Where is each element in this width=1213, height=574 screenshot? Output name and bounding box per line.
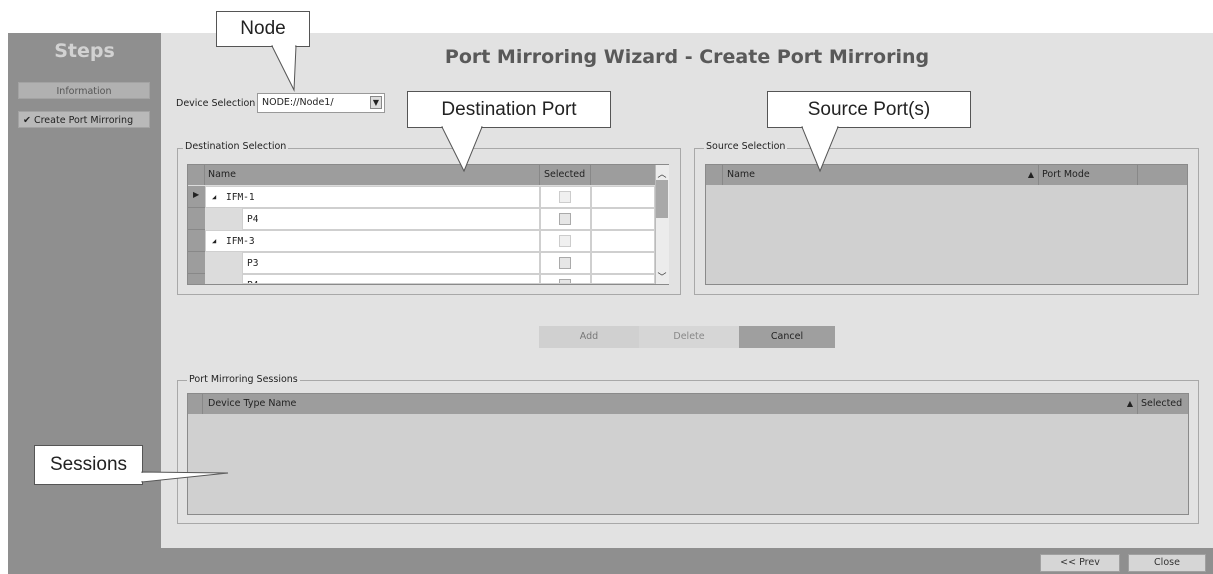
blank-cell	[591, 274, 655, 284]
column-header-port-mode[interactable]: Port Mode	[1038, 165, 1137, 185]
column-header-selected[interactable]: Selected	[1137, 394, 1188, 414]
row-selector[interactable]: ▶	[188, 186, 205, 208]
selected-cell	[540, 230, 591, 252]
row-header-corner	[188, 394, 202, 414]
scroll-up-icon[interactable]: ︿	[655, 167, 669, 180]
column-header-blank	[590, 165, 655, 185]
column-header-name-label: Name	[727, 169, 756, 180]
row-header-corner	[706, 165, 722, 185]
selected-checkbox	[559, 235, 571, 247]
row-selector[interactable]	[188, 230, 205, 252]
sort-ascending-icon: ▲	[1126, 399, 1133, 408]
selected-checkbox[interactable]	[559, 279, 571, 283]
row-name: P3	[247, 258, 259, 269]
chevron-down-icon[interactable]: ▼	[370, 96, 382, 109]
row-name: IFM-1	[226, 192, 255, 203]
indent-cell	[205, 208, 242, 230]
indent-cell	[205, 274, 242, 284]
blank-cell	[591, 252, 655, 274]
row-name: P4	[247, 275, 258, 283]
row-name: P4	[247, 214, 259, 225]
blank-cell	[591, 230, 655, 252]
column-header-name[interactable]: Name ▲	[722, 165, 1038, 185]
blank-cell	[591, 208, 655, 230]
column-header-device-type-name-label: Device Type Name	[208, 398, 297, 409]
step-information[interactable]: Information	[18, 82, 150, 99]
column-header-selected[interactable]: Selected	[539, 165, 590, 185]
callout-destination-port-tail	[441, 126, 483, 173]
delete-button[interactable]: Delete	[639, 326, 739, 348]
row-selector[interactable]	[188, 208, 205, 230]
sessions-legend: Port Mirroring Sessions	[187, 374, 300, 385]
scroll-down-icon[interactable]: ﹀	[655, 270, 669, 283]
source-selection-legend: Source Selection	[704, 141, 788, 152]
row-selector[interactable]	[188, 252, 205, 274]
steps-title: Steps	[54, 40, 115, 62]
column-header-device-type-name[interactable]: Device Type Name ▲	[202, 394, 1137, 414]
cancel-button[interactable]: Cancel	[739, 326, 835, 348]
scrollbar-thumb[interactable]	[656, 180, 668, 218]
row-name: IFM-3	[226, 236, 255, 247]
selected-cell	[540, 208, 591, 230]
column-header-blank	[1137, 165, 1187, 185]
table-row[interactable]: ◢ IFM-1	[205, 186, 540, 208]
selected-cell	[540, 186, 591, 208]
callout-sessions-tail	[141, 471, 229, 483]
callout-node: Node	[216, 11, 310, 47]
device-selection-value: NODE://Node1/	[262, 97, 334, 108]
row-selector[interactable]	[188, 274, 205, 284]
close-button[interactable]: Close	[1128, 554, 1206, 572]
caret-right-icon: ▶	[193, 190, 200, 199]
callout-destination-port: Destination Port	[407, 91, 611, 128]
callout-node-tail	[271, 45, 297, 92]
destination-selection-legend: Destination Selection	[183, 141, 289, 152]
step-create-port-mirroring[interactable]: ✔ Create Port Mirroring	[18, 111, 150, 128]
selected-checkbox[interactable]	[559, 213, 571, 225]
callout-source-ports: Source Port(s)	[767, 91, 971, 128]
selected-checkbox[interactable]	[559, 257, 571, 269]
expand-arrow-icon: ◢	[212, 193, 217, 201]
page-title: Port Mirroring Wizard - Create Port Mirr…	[444, 46, 930, 68]
table-row[interactable]: P4	[242, 208, 540, 230]
expand-arrow-icon: ◢	[212, 237, 217, 245]
table-row[interactable]: ◢ IFM-3	[205, 230, 540, 252]
selected-cell	[540, 274, 591, 284]
row-header-corner	[188, 165, 204, 185]
device-selection-dropdown[interactable]: NODE://Node1/	[257, 93, 385, 113]
footer-bar	[8, 548, 1213, 574]
table-row[interactable]: P4	[242, 274, 540, 284]
selected-cell	[540, 252, 591, 274]
prev-button[interactable]: << Prev	[1040, 554, 1120, 572]
callout-source-ports-tail	[801, 126, 839, 173]
selected-checkbox	[559, 191, 571, 203]
callout-sessions: Sessions	[34, 445, 143, 485]
indent-cell	[205, 252, 242, 274]
blank-cell	[591, 186, 655, 208]
device-selection-label: Device Selection	[176, 98, 256, 109]
table-row[interactable]: P3	[242, 252, 540, 274]
add-button[interactable]: Add	[539, 326, 639, 348]
sort-ascending-icon: ▲	[1027, 170, 1034, 179]
